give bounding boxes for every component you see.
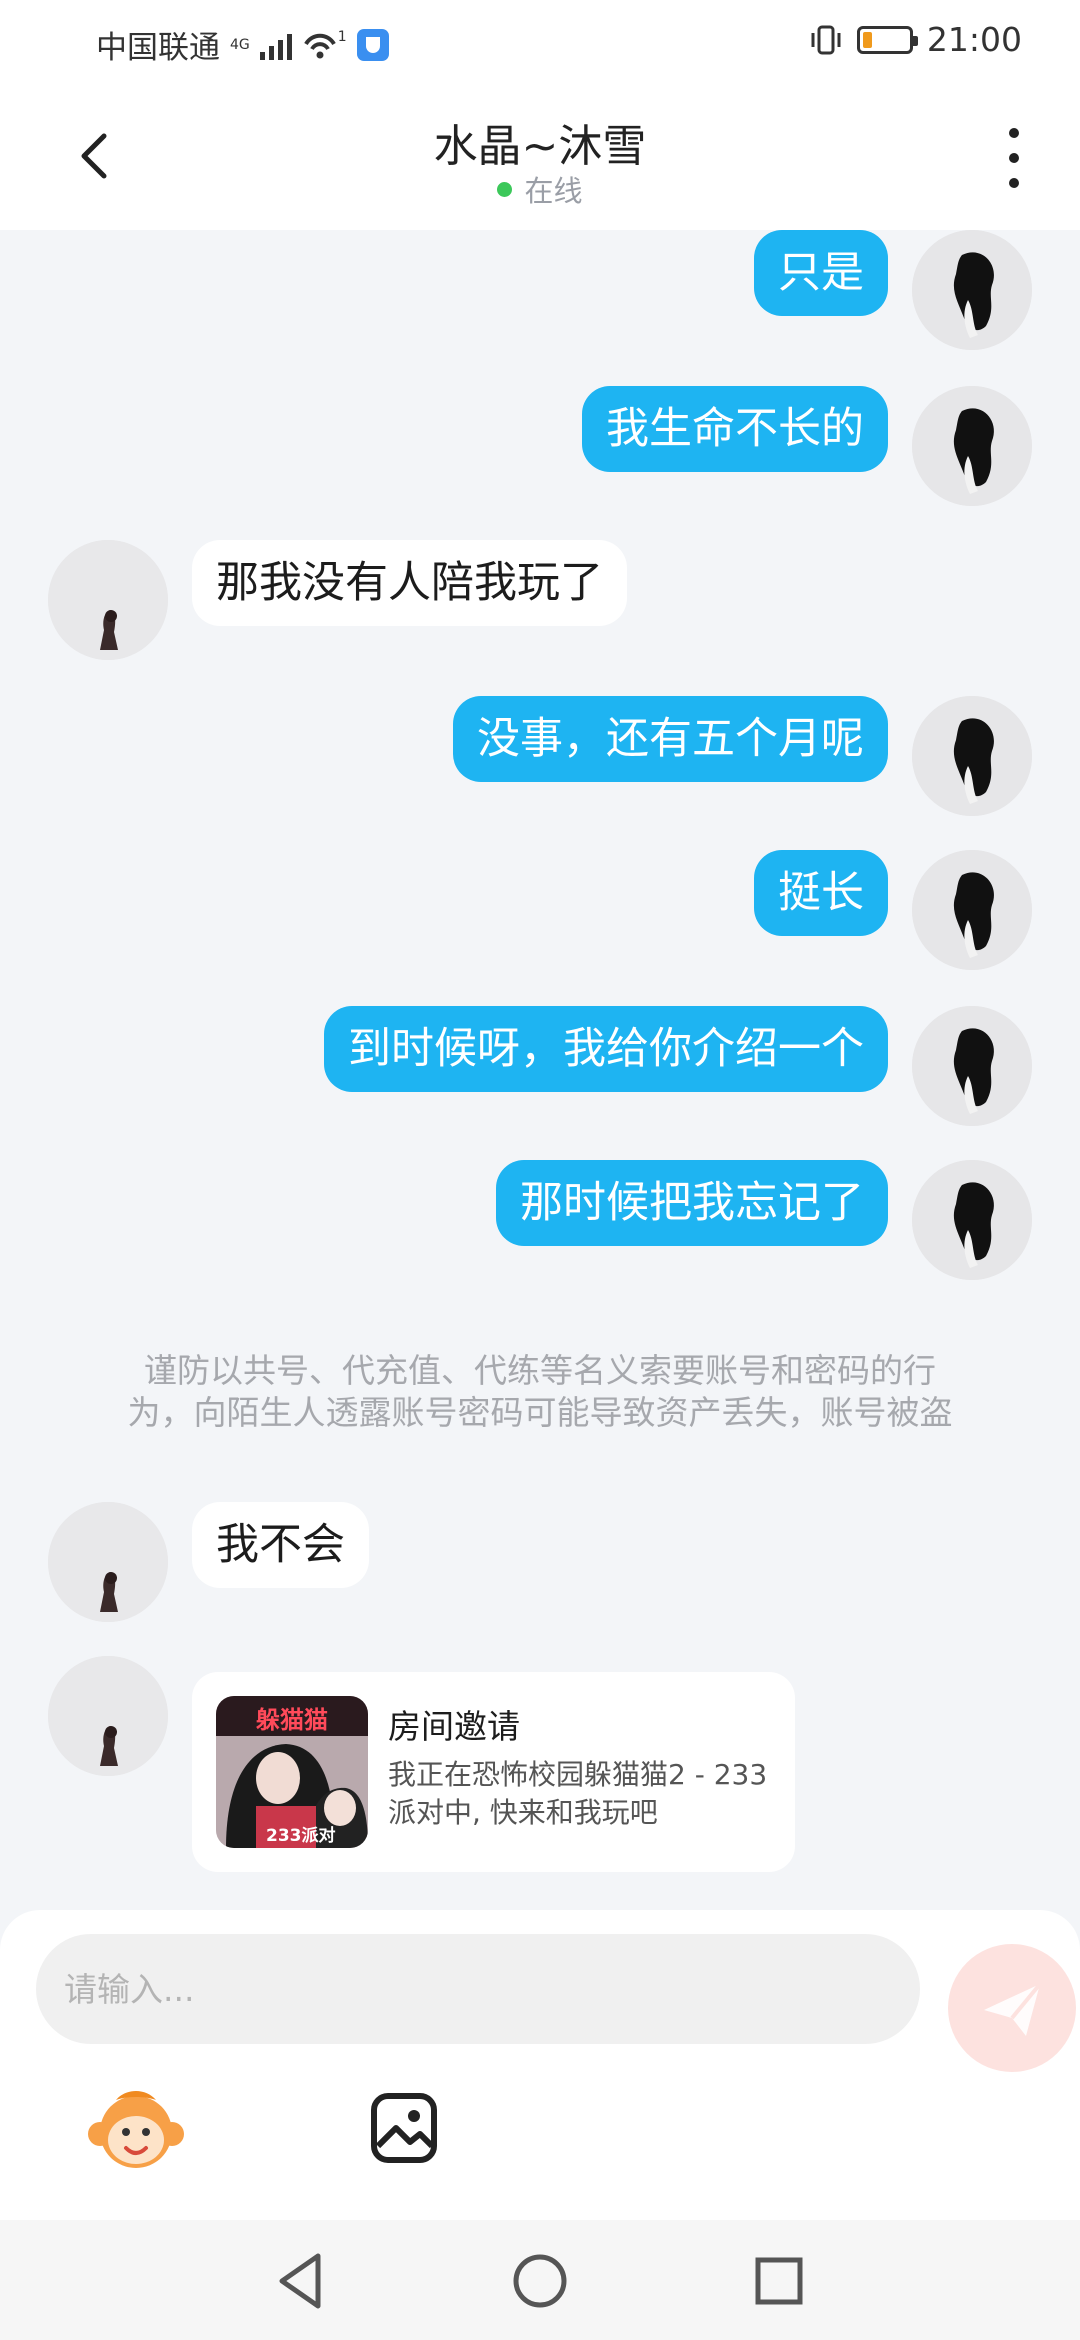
avatar-other[interactable] — [48, 540, 168, 660]
vibrate-icon — [809, 23, 843, 57]
online-status: 在线 — [0, 168, 1080, 210]
status-bar-right: 21:00 — [809, 20, 1022, 59]
avatar-me[interactable] — [912, 386, 1032, 506]
more-options-button[interactable] — [994, 122, 1034, 194]
composer — [0, 1910, 1080, 2220]
battery-level — [862, 31, 872, 48]
message-bubble-me[interactable]: 到时候呀，我给你介绍一个 — [324, 1006, 888, 1092]
girl-small-icon — [48, 540, 168, 660]
avatar-other[interactable] — [48, 1502, 168, 1622]
send-button[interactable] — [948, 1944, 1076, 2072]
avatar-me[interactable] — [912, 230, 1032, 350]
online-status-label: 在线 — [524, 174, 583, 208]
emoji-button[interactable] — [86, 2080, 186, 2180]
triangle-back-icon — [279, 2253, 321, 2309]
online-dot — [497, 182, 513, 197]
status-bar: 中国联通 4G 1 21:00 — [0, 0, 1080, 86]
thumbnail-caption-text: 233派对 — [266, 1826, 336, 1846]
message-input[interactable] — [36, 1934, 920, 2044]
girl-silhouette-icon — [912, 1160, 1032, 1280]
nav-recents-button[interactable] — [746, 2248, 812, 2314]
more-vertical-icon — [1009, 128, 1019, 138]
message-bubble-me[interactable]: 那时候把我忘记了 — [496, 1160, 888, 1246]
game-thumbnail: 躲猫猫 233派对 — [216, 1696, 368, 1848]
message-list[interactable]: 只是 我生命不长的 那我没有人陪我玩了 没事，还有五个月呢 挺长 到时候呀，我给… — [0, 230, 1080, 1910]
chat-header: 水晶~沐雪 在线 — [0, 86, 1080, 230]
room-invite-card[interactable]: 躲猫猫 233派对 房间邀请 我正在恐怖校园躲猫猫2 - 233 派对中, 快来… — [192, 1672, 795, 1872]
contact-name: 水晶~沐雪 — [433, 121, 647, 172]
security-notice-line: 谨防以共号、代充值、代练等名义索要账号和密码的行 — [144, 1351, 936, 1390]
message-bubble-me[interactable]: 挺长 — [754, 850, 888, 936]
girl-silhouette-icon — [912, 230, 1032, 350]
girl-silhouette-icon — [912, 1006, 1032, 1126]
invite-description-line: 我正在恐怖校园躲猫猫2 - 233 — [388, 1758, 768, 1791]
signal-icon — [259, 30, 292, 60]
wifi-badge: 1 — [337, 28, 347, 45]
message-bubble-me[interactable]: 没事，还有五个月呢 — [453, 696, 888, 782]
thumbnail-title-text: 躲猫猫 — [256, 1706, 328, 1734]
avatar-me[interactable] — [912, 1160, 1032, 1280]
nav-back-button[interactable] — [268, 2248, 334, 2314]
status-bar-left: 中国联通 4G 1 — [96, 22, 389, 67]
message-bubble-me[interactable]: 只是 — [754, 230, 888, 316]
girl-silhouette-icon — [912, 386, 1032, 506]
avatar-me[interactable] — [912, 696, 1032, 816]
invite-title: 房间邀请 — [388, 1707, 520, 1746]
avatar-me[interactable] — [912, 850, 1032, 970]
wifi-icon — [302, 30, 338, 60]
system-nav-bar — [0, 2220, 1080, 2340]
circle-home-icon — [513, 2254, 567, 2308]
network-type: 4G — [230, 36, 250, 53]
avatar-other[interactable] — [48, 1656, 168, 1776]
image-button[interactable] — [354, 2080, 454, 2180]
battery-icon — [856, 25, 918, 54]
security-notice: 谨防以共号、代充值、代练等名义索要账号和密码的行 为，向陌生人透露账号密码可能导… — [80, 1350, 1000, 1434]
security-notice-line: 为，向陌生人透露账号密码可能导致资产丢失，账号被盗 — [127, 1393, 953, 1432]
shield-icon — [356, 28, 389, 61]
girl-small-icon — [48, 1656, 168, 1776]
message-bubble-other[interactable]: 那我没有人陪我玩了 — [192, 540, 627, 626]
square-recents-icon — [755, 2257, 803, 2305]
message-bubble-other[interactable]: 我不会 — [192, 1502, 369, 1588]
invite-description: 我正在恐怖校园躲猫猫2 - 233 派对中, 快来和我玩吧 — [388, 1756, 788, 1832]
girl-small-icon — [48, 1502, 168, 1622]
monkey-emoji-icon — [88, 2091, 184, 2168]
send-icon — [984, 1982, 1042, 2036]
nav-home-button[interactable] — [507, 2248, 573, 2314]
clock: 21:00 — [926, 20, 1022, 59]
image-icon — [371, 2093, 437, 2163]
girl-silhouette-icon — [912, 696, 1032, 816]
avatar-me[interactable] — [912, 1006, 1032, 1126]
carrier-name: 中国联通 — [96, 30, 220, 66]
invite-description-line: 派对中, 快来和我玩吧 — [388, 1796, 658, 1829]
message-bubble-me[interactable]: 我生命不长的 — [582, 386, 888, 472]
girl-silhouette-icon — [912, 850, 1032, 970]
